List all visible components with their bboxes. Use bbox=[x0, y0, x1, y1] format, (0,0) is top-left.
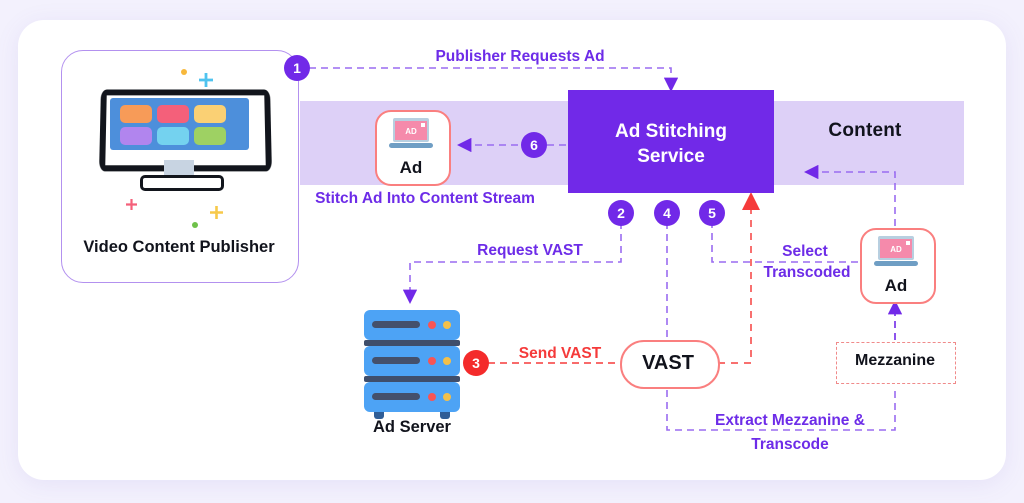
step-badge-1[interactable]: 1 bbox=[284, 55, 310, 81]
content-label: Content bbox=[828, 120, 902, 141]
server-unit-2 bbox=[364, 346, 460, 376]
vast-label: VAST bbox=[642, 352, 694, 374]
step-badge-2-number: 2 bbox=[617, 205, 625, 221]
server-icon bbox=[364, 310, 460, 420]
publisher-label: Video Content Publisher bbox=[83, 238, 275, 256]
label-select-line1: Select bbox=[782, 243, 828, 260]
step-badge-3-number: 3 bbox=[472, 355, 480, 371]
ad-server-label: Ad Server bbox=[373, 418, 451, 436]
sparkle-dot-yellow bbox=[181, 69, 187, 75]
ad-card-left-label: Ad bbox=[399, 158, 423, 177]
laptop-ad-icon: AD bbox=[388, 117, 434, 151]
ad-card-right-label: Ad bbox=[884, 276, 908, 295]
stitching-line2: Service bbox=[637, 146, 705, 167]
step-badge-4-number: 4 bbox=[663, 205, 671, 221]
label-stitch-ad-into-content-stream: Stitch Ad Into Content Stream bbox=[315, 190, 535, 207]
mezzanine-label: Mezzanine bbox=[854, 352, 935, 369]
step-badge-6[interactable]: 6 bbox=[521, 132, 547, 158]
monitor-tile-1 bbox=[120, 105, 152, 123]
step-badge-2[interactable]: 2 bbox=[608, 200, 634, 226]
svg-text:AD: AD bbox=[405, 127, 417, 136]
monitor-tile-3 bbox=[194, 105, 226, 123]
label-send-vast: Send VAST bbox=[518, 345, 602, 362]
step-badge-5-number: 5 bbox=[708, 205, 716, 221]
step-badge-4[interactable]: 4 bbox=[654, 200, 680, 226]
step-badge-5[interactable]: 5 bbox=[699, 200, 725, 226]
label-request-vast: Request VAST bbox=[477, 242, 583, 259]
monitor-tiles bbox=[120, 105, 239, 145]
server-unit-1 bbox=[364, 310, 460, 340]
monitor-base bbox=[140, 175, 224, 191]
server-unit-3 bbox=[364, 382, 460, 412]
step-badge-6-number: 6 bbox=[530, 137, 538, 153]
monitor-tile-6 bbox=[194, 127, 226, 145]
stitching-line1: Ad Stitching bbox=[615, 121, 727, 142]
label-select-line2: Transcoded bbox=[763, 264, 851, 281]
svg-text:AD: AD bbox=[890, 245, 902, 254]
step-badge-3[interactable]: 3 bbox=[463, 350, 489, 376]
label-extract-line2: Transcode bbox=[751, 436, 829, 453]
monitor-tile-5 bbox=[157, 127, 189, 145]
ad-stitching-service-label: Ad Stitching Service bbox=[568, 119, 774, 169]
label-publisher-requests-ad: Publisher Requests Ad bbox=[435, 48, 605, 65]
label-extract-line1: Extract Mezzanine & bbox=[715, 412, 865, 429]
sparkle-dot-green bbox=[192, 222, 198, 228]
monitor-tile-2 bbox=[157, 105, 189, 123]
monitor-tile-4 bbox=[120, 127, 152, 145]
step-badge-1-number: 1 bbox=[293, 60, 301, 76]
diagram-stage: Content Video Content Publisher Ad Stitc… bbox=[0, 0, 1024, 503]
laptop-ad-icon-right: AD bbox=[873, 235, 919, 269]
